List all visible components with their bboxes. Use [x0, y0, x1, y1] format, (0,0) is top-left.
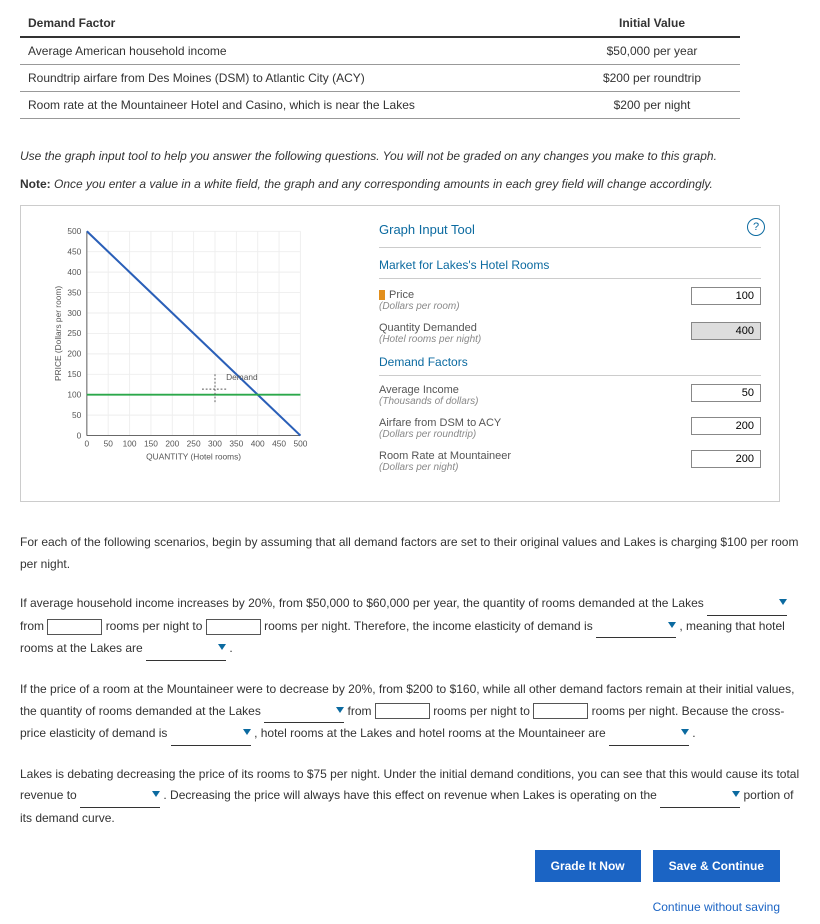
svg-text:300: 300 [67, 308, 81, 318]
svg-text:150: 150 [144, 439, 158, 449]
q2-relation-dropdown[interactable] [609, 723, 689, 746]
q2-elasticity-dropdown[interactable] [171, 723, 251, 746]
svg-text:450: 450 [272, 439, 286, 449]
airfare-row: Airfare from DSM to ACY (Dollars per rou… [379, 417, 761, 440]
question-3: Lakes is debating decreasing the price o… [20, 764, 800, 830]
tool-area: Graph Input Tool Market for Lakes's Hote… [379, 222, 761, 485]
svg-text:450: 450 [67, 247, 81, 257]
income-input[interactable] [691, 384, 761, 402]
x-axis-label: QUANTITY (Hotel rooms) [146, 452, 241, 462]
svg-text:100: 100 [67, 390, 81, 400]
svg-text:50: 50 [104, 439, 114, 449]
q2-direction-dropdown[interactable] [264, 701, 344, 724]
button-row: Grade It Now Save & Continue Continue wi… [20, 850, 780, 914]
demand-series-label: Demand [226, 372, 258, 382]
roomrate-input[interactable] [691, 450, 761, 468]
svg-text:200: 200 [67, 349, 81, 359]
q1-to-input[interactable] [206, 619, 261, 635]
svg-text:350: 350 [229, 439, 243, 449]
table-header-row: Demand Factor Initial Value [20, 10, 740, 38]
airfare-input[interactable] [691, 417, 761, 435]
tool-title: Graph Input Tool [379, 222, 761, 248]
svg-text:0: 0 [77, 430, 82, 440]
svg-text:350: 350 [67, 287, 81, 297]
price-input[interactable] [691, 287, 761, 305]
graph-input-tool-panel: ? [20, 205, 780, 502]
q1-goodtype-dropdown[interactable] [146, 638, 226, 661]
svg-text:400: 400 [67, 267, 81, 277]
y-axis-label: PRICE (Dollars per room) [53, 286, 63, 381]
svg-text:150: 150 [67, 369, 81, 379]
svg-text:500: 500 [67, 226, 81, 236]
table-row: Average American household income $50,00… [20, 38, 740, 65]
instructions-note: Note: Once you enter a value in a white … [20, 177, 800, 191]
q1-direction-dropdown[interactable] [707, 593, 787, 616]
svg-text:100: 100 [123, 439, 137, 449]
q1-from-input[interactable] [47, 619, 102, 635]
q2-from-input[interactable] [375, 703, 430, 719]
continue-without-saving-link[interactable]: Continue without saving [20, 900, 780, 914]
svg-text:0: 0 [85, 439, 90, 449]
table-row: Room rate at the Mountaineer Hotel and C… [20, 92, 740, 119]
help-icon[interactable]: ? [747, 218, 765, 236]
question-2: If the price of a room at the Mountainee… [20, 679, 800, 746]
income-row: Average Income (Thousands of dollars) [379, 384, 761, 407]
market-section-label: Market for Lakes's Hotel Rooms [379, 258, 761, 279]
chart-area: 0 50 100 150 200 250 300 350 400 450 500… [39, 222, 359, 485]
svg-text:500: 500 [293, 439, 307, 449]
q1-elasticity-dropdown[interactable] [596, 616, 676, 639]
svg-text:400: 400 [251, 439, 265, 449]
quantity-output [691, 322, 761, 340]
demand-section-label: Demand Factors [379, 355, 761, 376]
price-row: Price (Dollars per room) [379, 287, 761, 312]
demand-chart[interactable]: 0 50 100 150 200 250 300 350 400 450 500… [39, 222, 339, 482]
q2-to-input[interactable] [533, 703, 588, 719]
svg-text:200: 200 [165, 439, 179, 449]
scenario-intro: For each of the following scenarios, beg… [20, 532, 800, 575]
q3-portion-dropdown[interactable] [660, 785, 740, 808]
roomrate-row: Room Rate at Mountaineer (Dollars per ni… [379, 450, 761, 473]
svg-text:50: 50 [72, 410, 82, 420]
svg-text:300: 300 [208, 439, 222, 449]
quantity-row: Quantity Demanded (Hotel rooms per night… [379, 322, 761, 345]
q3-revenue-dropdown[interactable] [80, 785, 160, 808]
header-factor: Demand Factor [28, 16, 572, 30]
header-value: Initial Value [572, 16, 732, 30]
price-indicator-icon [379, 290, 385, 300]
table-row: Roundtrip airfare from Des Moines (DSM) … [20, 65, 740, 92]
svg-text:250: 250 [187, 439, 201, 449]
instructions-line: Use the graph input tool to help you ans… [20, 149, 800, 163]
demand-factors-table: Demand Factor Initial Value Average Amer… [20, 10, 740, 119]
question-1: If average household income increases by… [20, 593, 800, 661]
svg-text:250: 250 [67, 328, 81, 338]
